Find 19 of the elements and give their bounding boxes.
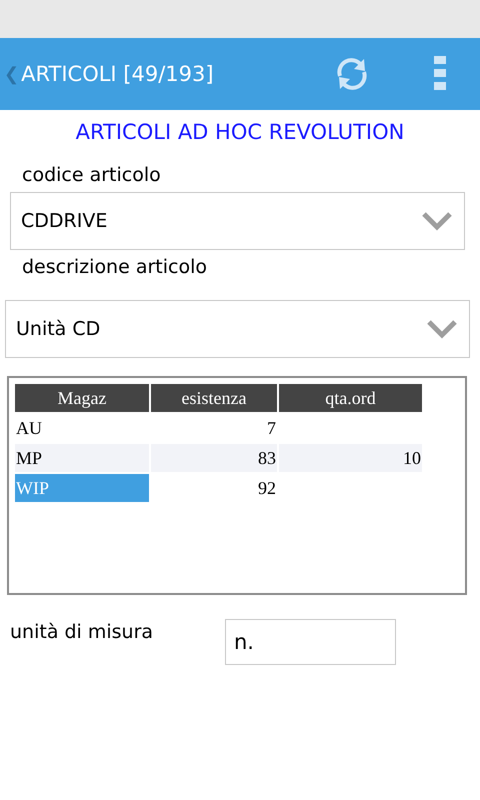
more-icon[interactable] — [434, 56, 446, 92]
column-header: esistenza — [151, 384, 277, 412]
dropdown[interactable]: Unità CD — [5, 300, 470, 358]
chevron-down-icon — [427, 319, 457, 339]
chevron-down-icon — [422, 211, 452, 231]
dropdown[interactable]: CDDRIVE — [10, 192, 465, 250]
field-label: codice articolo — [22, 164, 162, 186]
table-cell[interactable]: 83 — [151, 444, 277, 472]
column-header: Magaz — [15, 384, 149, 412]
input-field[interactable]: n. — [225, 619, 396, 665]
table-cell[interactable]: 7 — [151, 414, 277, 442]
page-heading: ARTICOLI AD HOC REVOLUTION — [74, 120, 406, 144]
table-cell[interactable]: MP — [15, 444, 149, 472]
field-label: unità di misura — [10, 621, 154, 643]
table-cell[interactable]: AU — [15, 414, 149, 442]
column-header: qta.ord — [279, 384, 422, 412]
table-cell[interactable]: 92 — [151, 474, 277, 502]
table-cell[interactable]: 10 — [279, 444, 422, 472]
field-label: descrizione articolo — [22, 256, 208, 278]
